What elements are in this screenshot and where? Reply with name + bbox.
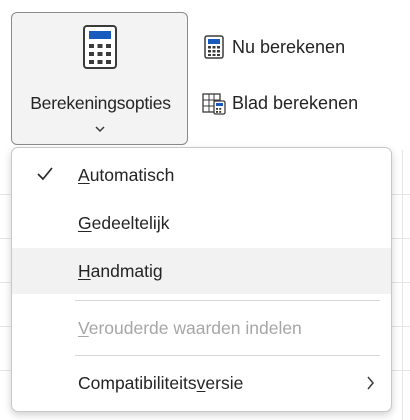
calculate-now-button[interactable]: Nu berekenen: [202, 32, 345, 62]
label-text: edeeltelijk: [91, 212, 170, 233]
access-key: G: [78, 212, 92, 233]
calculator-small-icon: [204, 35, 224, 59]
menu-item-partial[interactable]: Gedeeltelijk: [12, 200, 391, 246]
menu-item-label: Handmatig: [78, 261, 163, 282]
menu-separator: [75, 355, 380, 356]
calculation-options-button[interactable]: Berekeningsopties: [11, 12, 188, 145]
calculate-sheet-label: Blad berekenen: [232, 92, 359, 113]
label-text: Compatibiliteits: [78, 372, 197, 393]
label-text: ersie: [205, 372, 244, 393]
menu-item-label: Gedeeltelijk: [78, 213, 169, 234]
calculate-sheet-button[interactable]: Blad berekenen: [202, 88, 358, 118]
access-key: V: [78, 317, 89, 338]
label-text: erouderde waarden indelen: [88, 317, 302, 338]
menu-item-label: Verouderde waarden indelen: [78, 318, 302, 339]
menu-separator: [75, 300, 380, 301]
menu-item-manual[interactable]: Handmatig: [12, 248, 391, 294]
chevron-down-icon: [95, 126, 105, 133]
menu-item-label: Automatisch: [78, 165, 174, 186]
label-text: andmatig: [90, 260, 163, 281]
calculator-icon: [83, 25, 117, 69]
grid-line: [402, 150, 403, 420]
checkmark-icon: [37, 167, 53, 181]
calculate-sheet-icon: [202, 93, 226, 115]
menu-item-label: Compatibiliteitsversie: [78, 373, 243, 394]
label-text: utomatisch: [89, 164, 175, 185]
formulas-ribbon-calculation-group: Berekeningsopties Nu berekenen Blad bere…: [0, 0, 410, 150]
menu-item-compatibility-version[interactable]: Compatibiliteitsversie: [12, 360, 391, 406]
access-key: A: [78, 164, 90, 185]
menu-item-automatic[interactable]: Automatisch: [12, 152, 391, 198]
menu-item-format-stale-values: Verouderde waarden indelen: [12, 305, 391, 351]
calculation-options-label: Berekeningsopties: [30, 93, 171, 113]
calculate-now-label: Nu berekenen: [232, 36, 346, 57]
calculation-options-menu: Automatisch Gedeeltelijk Handmatig Verou…: [11, 147, 392, 412]
chevron-right-icon: [367, 376, 374, 390]
access-key: H: [78, 260, 91, 281]
